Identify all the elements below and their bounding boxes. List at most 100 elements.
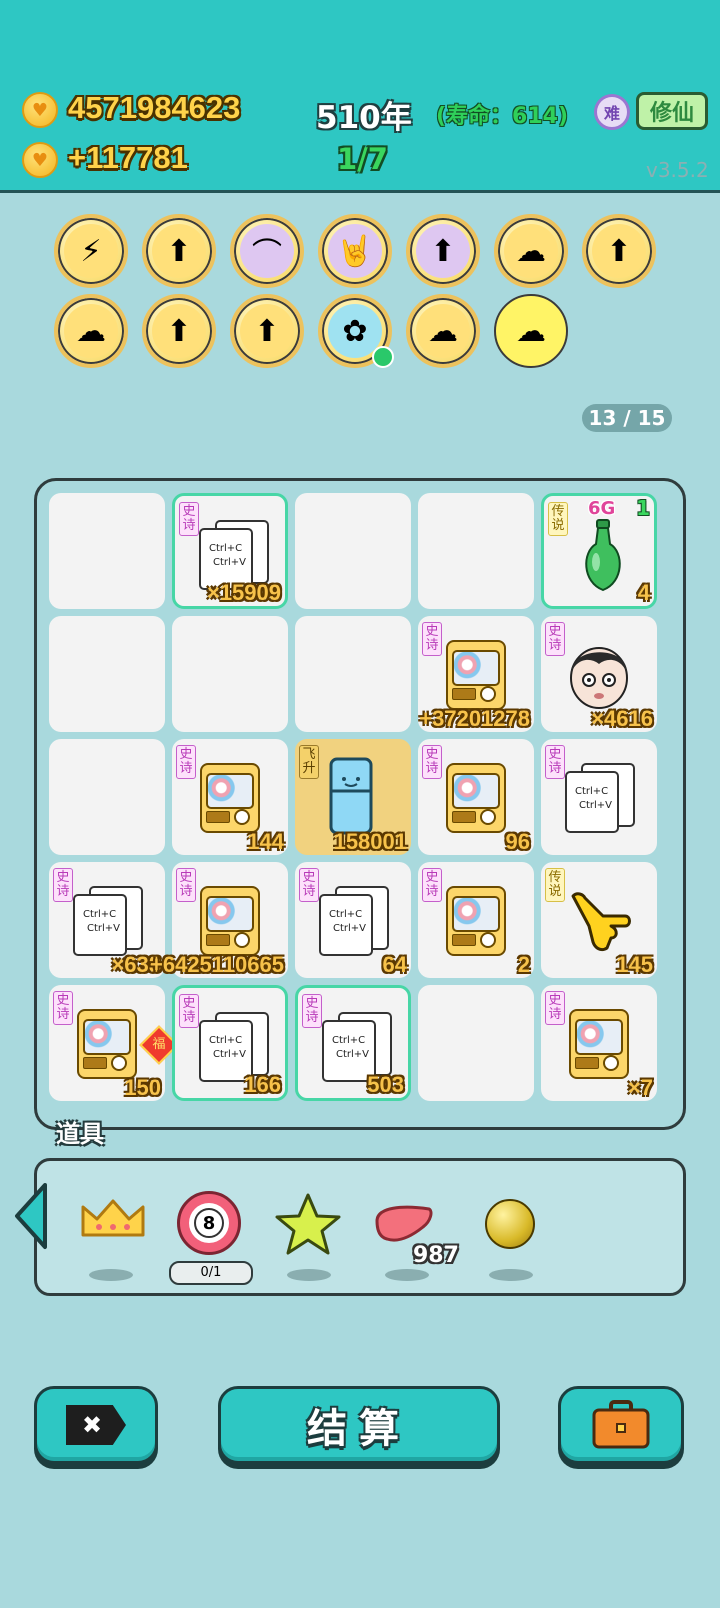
target-icon[interactable]: 8 <box>177 1191 241 1255</box>
relic-badge[interactable]: ⬆ <box>142 214 216 288</box>
golden-orb-icon[interactable] <box>485 1199 535 1249</box>
item-slot[interactable]: 史诗 96 <box>418 739 534 855</box>
relic-badge[interactable]: ⌒ <box>230 214 304 288</box>
item-slot[interactable]: 史诗 Ctrl+C Ctrl+V 503 <box>295 985 411 1101</box>
copy-line: Ctrl+C <box>329 909 363 920</box>
empty-slot[interactable] <box>172 616 288 732</box>
item-stack-counter: 1 <box>636 496 650 520</box>
empty-slot[interactable] <box>295 616 411 732</box>
item-slot[interactable]: 史诗 Ctrl+C Ctrl+V 64 <box>295 862 411 978</box>
empty-slot[interactable] <box>418 493 534 609</box>
item-slot[interactable]: 传说 6G 1 4 <box>541 493 657 609</box>
item-slot[interactable]: 飞升 158001 <box>295 739 411 855</box>
round-progress: 1/7 <box>337 142 388 176</box>
paste-line: Ctrl+V <box>213 1049 247 1060</box>
backpack-button[interactable] <box>558 1386 684 1464</box>
gacha-machine-icon <box>200 763 262 835</box>
item-slot[interactable]: 史诗 Ctrl+C Ctrl+V ×15909 <box>172 493 288 609</box>
relic-badge[interactable]: ⬆ <box>406 214 480 288</box>
settle-label: 结算 <box>307 1406 411 1452</box>
item-slot[interactable]: 史诗 ×7 <box>541 985 657 1101</box>
mushroom-cloud-icon: ☁ <box>416 304 470 358</box>
rarity-tag: 史诗 <box>422 745 442 779</box>
empty-slot[interactable] <box>49 739 165 855</box>
item-count: +6425110665 <box>150 952 284 977</box>
gacha-machine-icon <box>77 1009 139 1081</box>
fortune-label: 福 <box>152 1037 166 1052</box>
settle-button[interactable]: 结算 <box>218 1386 500 1464</box>
gacha-machine-icon <box>446 640 508 712</box>
rarity-tag: 史诗 <box>422 622 442 656</box>
copy-paste-card-icon: Ctrl+C Ctrl+V <box>319 886 389 956</box>
target-number: 8 <box>194 1208 224 1238</box>
item-slot[interactable]: 传说 145 <box>541 862 657 978</box>
coin-icon: ♥ <box>22 92 58 128</box>
empty-slot[interactable] <box>49 493 165 609</box>
rarity-tag: 史诗 <box>176 868 196 902</box>
copy-paste-card-icon: Ctrl+C Ctrl+V <box>73 886 143 956</box>
item-slot[interactable]: 史诗 Ctrl+C Ctrl+V 166 <box>172 985 288 1101</box>
relic-badge[interactable]: ☁ <box>54 294 128 368</box>
item-slot[interactable]: 史诗 144 <box>172 739 288 855</box>
item-slot[interactable]: 史诗 +6425110665 <box>150 862 288 978</box>
fridge-icon <box>329 757 373 835</box>
relic-badge[interactable]: ⚡ <box>54 214 128 288</box>
item-slot[interactable]: 史诗 Ctrl+C Ctrl+V <box>541 739 657 855</box>
scroll-left-arrow-icon[interactable] <box>11 1181 51 1251</box>
props-panel: 8 0/1 987 <box>15 1158 686 1296</box>
relic-badge[interactable]: ⬆ <box>142 294 216 368</box>
bowl-arrow-icon: ⬆ <box>592 224 646 278</box>
paste-line: Ctrl+V <box>579 800 613 811</box>
empty-slot[interactable] <box>295 493 411 609</box>
props-title: 道具 <box>56 1120 104 1148</box>
page-indicator: 13 / 15 <box>582 404 672 432</box>
paste-line: Ctrl+V <box>336 1049 370 1060</box>
mushroom-cloud-icon: ☁ <box>64 304 118 358</box>
relic-badge[interactable]: ☁ <box>494 214 568 288</box>
gacha-machine-icon <box>446 886 508 958</box>
rarity-tag: 史诗 <box>545 991 565 1025</box>
rarity-tag: 史诗 <box>299 868 319 902</box>
star-icon[interactable] <box>273 1191 343 1257</box>
item-count: 4 <box>637 580 650 605</box>
difficulty-badge[interactable]: 难 <box>594 94 630 130</box>
paste-line: Ctrl+V <box>333 923 367 934</box>
item-count: ×15909 <box>206 580 281 605</box>
rarity-tag: 传说 <box>548 502 568 536</box>
delete-button[interactable]: ✖ <box>34 1386 158 1464</box>
relic-badge[interactable]: ⬆ <box>582 214 656 288</box>
copy-paste-card-icon: Ctrl+C Ctrl+V <box>565 763 635 833</box>
relic-badge[interactable]: 🤘 <box>318 214 392 288</box>
item-count: 144 <box>247 829 284 854</box>
target-uses: 0/1 <box>169 1261 253 1285</box>
money-total: 4571984623 <box>68 90 241 125</box>
item-shadow <box>287 1269 331 1281</box>
rarity-tag: 传说 <box>545 868 565 902</box>
liver-icon[interactable] <box>373 1201 435 1247</box>
empty-slot[interactable] <box>49 616 165 732</box>
relic-badge[interactable]: ⬆ <box>230 294 304 368</box>
item-slot[interactable]: 史诗 2 <box>418 862 534 978</box>
relic-badge[interactable]: ☁ <box>494 294 568 368</box>
item-slot[interactable]: 史诗 +37201278 <box>418 616 534 732</box>
empty-slot[interactable] <box>418 985 534 1101</box>
rarity-tag: 史诗 <box>179 994 199 1028</box>
rarity-tag: 史诗 <box>302 994 322 1028</box>
rarity-tag: 史诗 <box>545 622 565 656</box>
crown-icon[interactable] <box>79 1197 147 1241</box>
item-level-label: 6G <box>588 498 616 519</box>
paste-line: Ctrl+V <box>87 923 121 934</box>
item-slot[interactable]: 史诗 Ctrl+C Ctrl+V ×638 <box>49 862 165 978</box>
lifespan-label: (寿命：614) <box>436 104 569 129</box>
copy-line: Ctrl+C <box>209 1035 243 1046</box>
rarity-tag: 史诗 <box>176 745 196 779</box>
cultivation-mode-button[interactable]: 修仙 <box>636 92 708 130</box>
item-count: +37201278 <box>419 706 530 731</box>
item-shadow <box>385 1269 429 1281</box>
item-slot[interactable]: 史诗 ×4616 <box>541 616 657 732</box>
item-count: ×7 <box>627 1075 653 1100</box>
item-slot[interactable]: 史诗福 150 <box>49 985 179 1101</box>
rarity-tag: 史诗 <box>179 502 199 536</box>
copy-line: Ctrl+C <box>575 786 609 797</box>
relic-badge[interactable]: ☁ <box>406 294 480 368</box>
